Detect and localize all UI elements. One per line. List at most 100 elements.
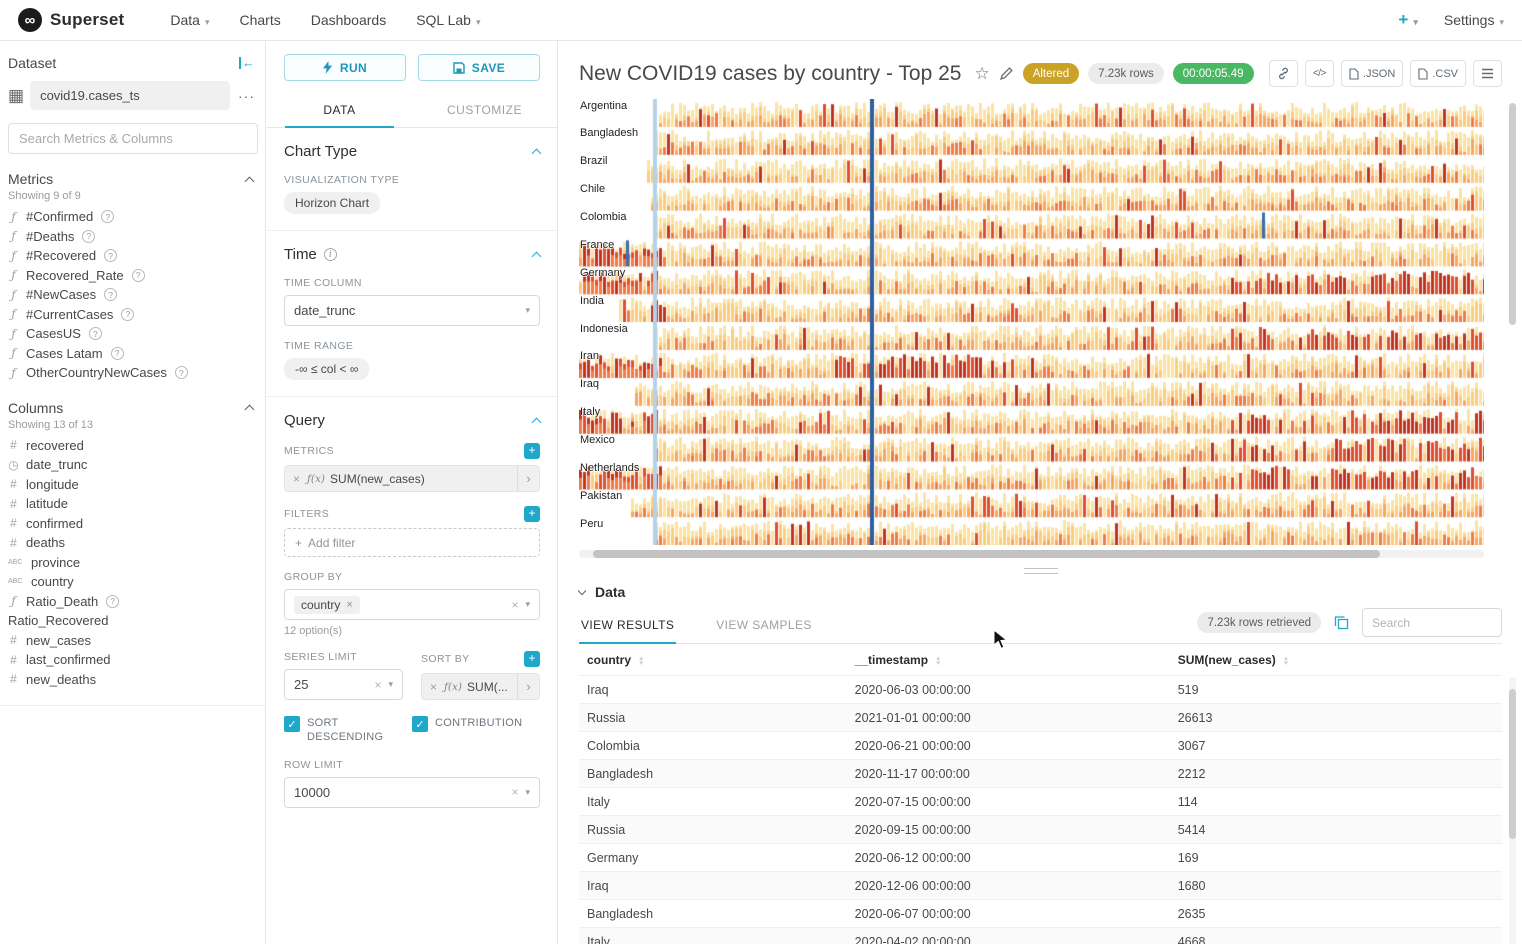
chart-menu-button[interactable] xyxy=(1473,60,1502,87)
nav-item-data[interactable]: Data▾ xyxy=(170,12,209,28)
help-icon[interactable]: ? xyxy=(106,595,119,608)
groupby-select[interactable]: country × × ▾ xyxy=(284,589,540,620)
save-button[interactable]: SAVE xyxy=(418,54,540,81)
scrollbar-thumb[interactable] xyxy=(593,550,1380,558)
column-item-ratio-recovered[interactable]: Ratio_Recovered xyxy=(0,611,265,631)
metric-item-confirmed[interactable]: ƒ#Confirmed? xyxy=(0,207,265,227)
metric-item-othercountrynewcases[interactable]: ƒOtherCountryNewCases? xyxy=(0,363,265,383)
help-icon[interactable]: ? xyxy=(104,288,117,301)
horizon-chart-canvas[interactable] xyxy=(579,99,1484,545)
metric-item-currentcases[interactable]: ƒ#CurrentCases? xyxy=(0,305,265,325)
clear-icon[interactable]: × xyxy=(511,785,518,799)
series-limit-select[interactable]: 25 × ▾ xyxy=(284,669,403,700)
settings-menu[interactable]: Settings▾ xyxy=(1444,12,1504,28)
search-metrics-columns-input[interactable] xyxy=(8,123,258,154)
help-icon[interactable]: ? xyxy=(104,249,117,262)
nav-item-sql-lab[interactable]: SQL Lab▾ xyxy=(416,12,480,28)
altered-badge[interactable]: Altered xyxy=(1023,63,1079,84)
remove-metric-icon[interactable]: × xyxy=(293,472,300,486)
chevron-right-icon[interactable]: › xyxy=(517,466,539,491)
run-button[interactable]: RUN xyxy=(284,54,406,81)
column-item-date-trunc[interactable]: ◷date_trunc xyxy=(0,455,265,475)
export-json-button[interactable]: .JSON xyxy=(1341,60,1403,87)
tab-customize[interactable]: CUSTOMIZE xyxy=(412,94,557,127)
metric-item-recovered[interactable]: ƒ#Recovered? xyxy=(0,246,265,266)
help-icon[interactable]: ? xyxy=(132,269,145,282)
edit-properties-icon[interactable] xyxy=(999,66,1014,81)
help-icon[interactable]: ? xyxy=(121,308,134,321)
metric-item-casesus[interactable]: ƒCasesUS? xyxy=(0,324,265,344)
new-item-button[interactable]: +▾ xyxy=(1398,10,1417,30)
sort-descending-checkbox[interactable]: ✓ SORT DESCENDING xyxy=(284,716,412,745)
nav-item-charts[interactable]: Charts xyxy=(239,12,280,28)
column-item-country[interactable]: ABCcountry xyxy=(0,572,265,592)
time-section-header[interactable]: Time i xyxy=(284,246,540,263)
metric-item-recovered-rate[interactable]: ƒRecovered_Rate? xyxy=(0,266,265,286)
column-item-new-cases[interactable]: #new_cases xyxy=(0,631,265,651)
remove-tag-icon[interactable]: × xyxy=(346,599,352,611)
chart-title[interactable]: New COVID19 cases by country - Top 25 xyxy=(579,62,961,86)
time-range-value[interactable]: -∞ ≤ col < ∞ xyxy=(284,358,369,380)
chart-type-section-header[interactable]: Chart Type xyxy=(284,143,540,160)
column-item-longitude[interactable]: #longitude xyxy=(0,475,265,495)
column-item-deaths[interactable]: #deaths xyxy=(0,533,265,553)
data-panel-header[interactable]: Data xyxy=(579,576,1502,602)
superset-logo[interactable]: ∞ Superset xyxy=(18,8,124,32)
dataset-options-icon[interactable]: ··· xyxy=(236,88,257,104)
copy-link-button[interactable] xyxy=(1269,60,1298,87)
collapse-panel-icon[interactable]: ← xyxy=(239,57,255,69)
column-item-recovered[interactable]: #recovered xyxy=(0,436,265,456)
column-header-country[interactable]: country▲▼ xyxy=(579,644,847,676)
scrollbar-thumb[interactable] xyxy=(1509,689,1516,839)
columns-section-header[interactable]: Columns xyxy=(0,387,265,417)
results-search-input[interactable] xyxy=(1362,608,1502,637)
sort-icon[interactable]: ▲▼ xyxy=(935,656,941,666)
panel-resize-handle[interactable] xyxy=(1024,568,1058,574)
viz-type-value[interactable]: Horizon Chart xyxy=(284,192,380,214)
sort-icon[interactable]: ▲▼ xyxy=(1283,656,1289,666)
favorite-star-icon[interactable]: ☆ xyxy=(974,64,989,84)
tab-data[interactable]: DATA xyxy=(267,94,412,127)
add-sort-by-button[interactable]: + xyxy=(524,651,540,667)
remove-sort-icon[interactable]: × xyxy=(430,680,437,694)
embed-code-button[interactable]: </> xyxy=(1305,60,1334,87)
metric-item-deaths[interactable]: ƒ#Deaths? xyxy=(0,227,265,247)
chevron-right-icon[interactable]: › xyxy=(517,674,539,699)
tab-view-results[interactable]: VIEW RESULTS xyxy=(579,608,676,643)
column-item-ratio-death[interactable]: ƒRatio_Death? xyxy=(0,592,265,612)
horizon-chart[interactable]: ArgentinaBangladeshBrazilChileColombiaFr… xyxy=(579,99,1484,545)
tab-view-samples[interactable]: VIEW SAMPLES xyxy=(714,608,814,643)
sort-by-pill[interactable]: × ƒ(x) SUM(... › xyxy=(421,673,540,700)
contribution-checkbox[interactable]: ✓ CONTRIBUTION xyxy=(412,716,540,745)
nav-item-dashboards[interactable]: Dashboards xyxy=(311,12,387,28)
help-icon[interactable]: ? xyxy=(175,366,188,379)
column-item-province[interactable]: ABCprovince xyxy=(0,553,265,573)
metric-item-newcases[interactable]: ƒ#NewCases? xyxy=(0,285,265,305)
column-item-new-deaths[interactable]: #new_deaths xyxy=(0,670,265,690)
export-csv-button[interactable]: .CSV xyxy=(1410,60,1466,87)
query-section-header[interactable]: Query xyxy=(284,412,540,429)
dataset-name[interactable]: covid19.cases_ts xyxy=(30,81,230,110)
column-item-latitude[interactable]: #latitude xyxy=(0,494,265,514)
help-icon[interactable]: ? xyxy=(101,210,114,223)
help-icon[interactable]: ? xyxy=(111,347,124,360)
sort-icon[interactable]: ▲▼ xyxy=(638,656,644,666)
add-filter-button[interactable]: + Add filter xyxy=(284,528,540,557)
metric-pill[interactable]: × ƒ(x) SUM(new_cases) › xyxy=(284,465,540,492)
add-metric-button[interactable]: + xyxy=(524,443,540,459)
column-item-confirmed[interactable]: #confirmed xyxy=(0,514,265,534)
add-filter-plus-button[interactable]: + xyxy=(524,506,540,522)
copy-results-button[interactable] xyxy=(1334,615,1349,630)
time-column-select[interactable]: date_trunc ▾ xyxy=(284,295,540,326)
column-item-last-confirmed[interactable]: #last_confirmed xyxy=(0,650,265,670)
help-icon[interactable]: ? xyxy=(82,230,95,243)
metrics-section-header[interactable]: Metrics xyxy=(0,158,265,188)
clear-icon[interactable]: × xyxy=(511,598,518,612)
clear-icon[interactable]: × xyxy=(374,678,381,692)
help-icon[interactable]: ? xyxy=(89,327,102,340)
scrollbar-thumb[interactable] xyxy=(1509,103,1516,325)
metric-item-cases-latam[interactable]: ƒCases Latam? xyxy=(0,344,265,364)
column-header-sum-new-cases[interactable]: SUM(new_cases)▲▼ xyxy=(1170,644,1502,676)
row-limit-select[interactable]: 10000 × ▾ xyxy=(284,777,540,808)
column-header-timestamp[interactable]: __timestamp▲▼ xyxy=(847,644,1170,676)
